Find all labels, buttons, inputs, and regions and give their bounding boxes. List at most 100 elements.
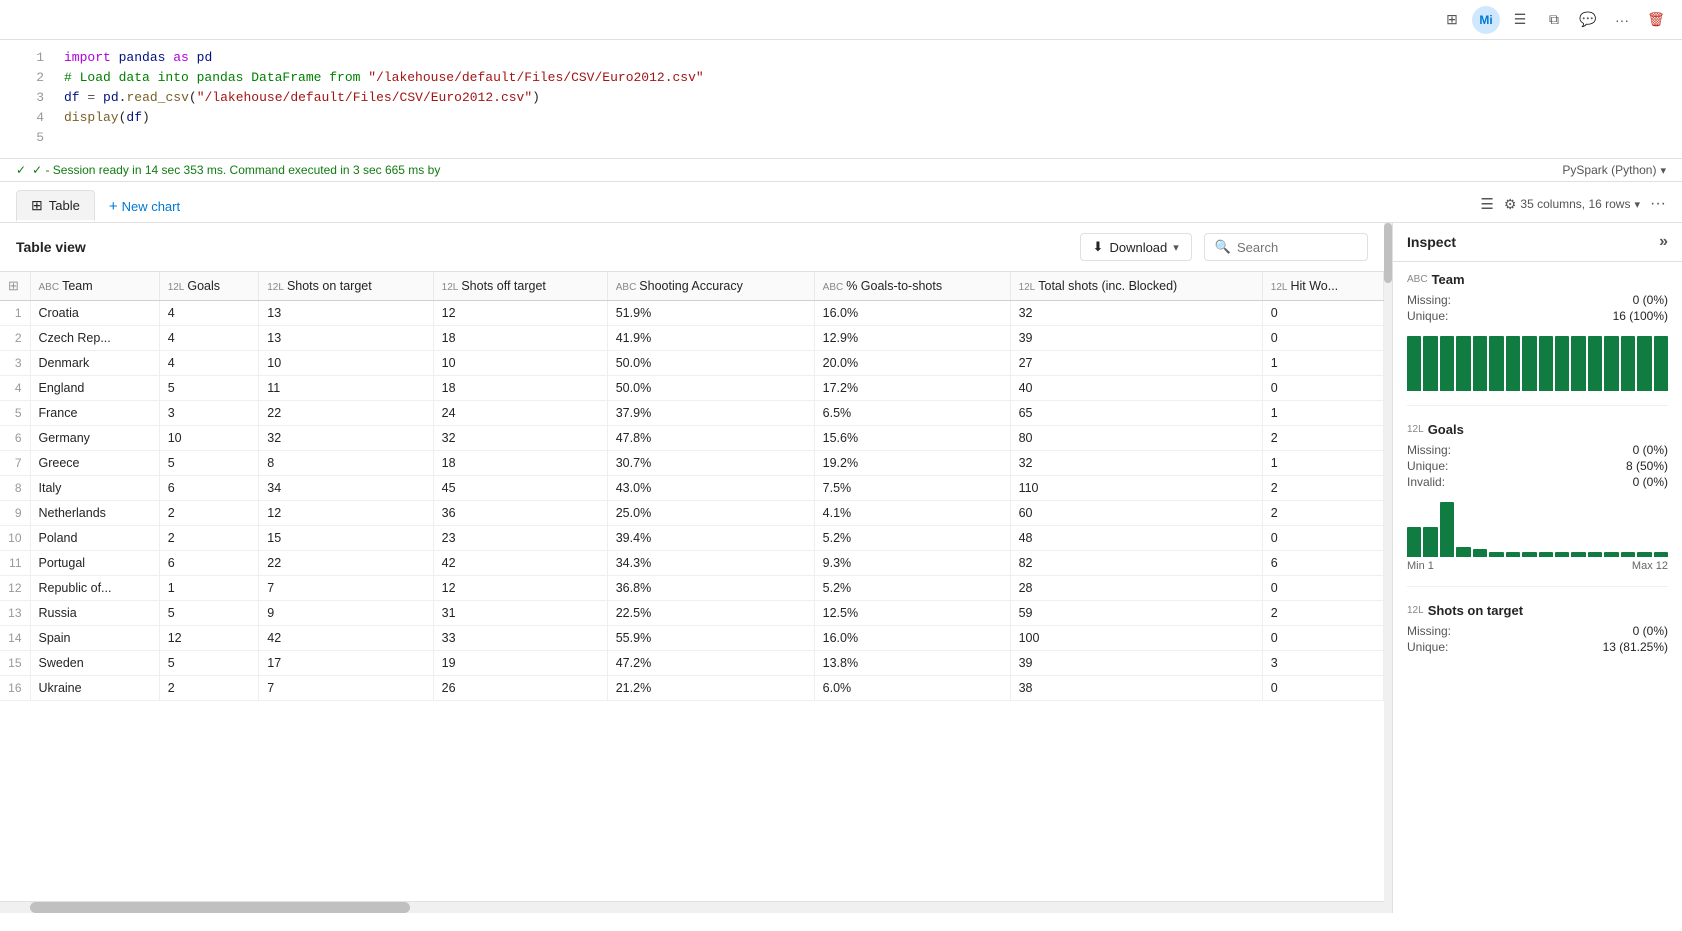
inspect-bar <box>1604 552 1618 557</box>
chat-icon[interactable]: 💬 <box>1574 6 1602 34</box>
filter-icon[interactable]: ☰ <box>1480 195 1493 213</box>
table-section: Table view ⬇ Download ▾ 🔍 <box>0 223 1384 913</box>
monitor-icon[interactable]: ⊞ <box>1438 6 1466 34</box>
inspect-bar <box>1621 552 1635 557</box>
th-total-shots[interactable]: 12LTotal shots (inc. Blocked) <box>1010 272 1262 301</box>
inspect-col-title-goals: 12L Goals <box>1407 422 1668 437</box>
search-box[interactable]: 🔍 <box>1204 233 1368 261</box>
row-num: 12 <box>0 576 30 601</box>
cell-total-shots: 39 <box>1010 326 1262 351</box>
inspect-header: Inspect » <box>1393 223 1682 262</box>
inspect-bar <box>1637 336 1651 391</box>
line-number: 4 <box>16 110 44 125</box>
more-icon[interactable]: ··· <box>1608 6 1636 34</box>
table-row: 11 Portugal 6 22 42 34.3% 9.3% 82 6 <box>0 551 1384 576</box>
more-options-button[interactable]: ··· <box>1650 195 1666 213</box>
h-scrollbar[interactable] <box>0 901 1384 913</box>
inspect-bar <box>1423 336 1437 391</box>
cell-team: Russia <box>30 601 159 626</box>
cell-goals: 5 <box>159 451 259 476</box>
cell-team: Denmark <box>30 351 159 376</box>
cell-goals-pct: 4.1% <box>814 501 1010 526</box>
code-line-5: 5 <box>0 130 1682 150</box>
inspect-title: Inspect <box>1407 234 1456 250</box>
cell-hit-wo: 1 <box>1262 451 1383 476</box>
row-num: 9 <box>0 501 30 526</box>
inspect-bar <box>1407 527 1421 557</box>
cell-hit-wo: 0 <box>1262 376 1383 401</box>
data-table-wrapper[interactable]: ⊞ ABCTeam 12LGoals 12LShots on target <box>0 271 1384 901</box>
delete-icon[interactable]: 🗑 <box>1642 6 1670 34</box>
download-chevron-icon: ▾ <box>1173 241 1179 254</box>
inspect-col-title-team: ABC Team <box>1407 272 1668 287</box>
cell-team: Republic of... <box>30 576 159 601</box>
search-input[interactable] <box>1237 240 1357 255</box>
v-scrollbar[interactable] <box>1384 223 1392 913</box>
cell-shots-off-target: 12 <box>433 576 607 601</box>
tab-table-label: Table <box>49 198 80 213</box>
cell-goals-pct: 9.3% <box>814 551 1010 576</box>
th-goals[interactable]: 12LGoals <box>159 272 259 301</box>
th-shooting-accuracy[interactable]: ABCShooting Accuracy <box>607 272 814 301</box>
code-line-4: 4 display(df) <box>0 110 1682 130</box>
h-scrollbar-thumb[interactable] <box>30 902 410 913</box>
cell-goals-pct: 6.0% <box>814 676 1010 701</box>
cell-shots-on-target: 13 <box>259 326 433 351</box>
tab-table[interactable]: ⊞ Table <box>16 190 95 222</box>
cell-goals: 2 <box>159 676 259 701</box>
th-shots-off-target[interactable]: 12LShots off target <box>433 272 607 301</box>
inspect-col-title-shots: 12L Shots on target <box>1407 603 1668 618</box>
th-shots-on-target[interactable]: 12LShots on target <box>259 272 433 301</box>
runtime-info[interactable]: PySpark (Python) ▾ <box>1562 163 1666 177</box>
cell-goals: 5 <box>159 601 259 626</box>
cell-goals-pct: 12.5% <box>814 601 1010 626</box>
cell-goals-pct: 15.6% <box>814 426 1010 451</box>
row-num: 1 <box>0 301 30 326</box>
inspect-missing-team: Missing: 0 (0%) <box>1407 293 1668 307</box>
table-row: 2 Czech Rep... 4 13 18 41.9% 12.9% 39 0 <box>0 326 1384 351</box>
cell-total-shots: 39 <box>1010 651 1262 676</box>
cell-accuracy: 47.2% <box>607 651 814 676</box>
row-num: 13 <box>0 601 30 626</box>
cell-total-shots: 28 <box>1010 576 1262 601</box>
user-avatar[interactable]: Mi <box>1472 6 1500 34</box>
copy-icon[interactable]: ⧉ <box>1540 6 1568 34</box>
inspect-bar <box>1588 336 1602 391</box>
inspect-bar <box>1489 552 1503 557</box>
inspect-panel: Inspect » ABC Team Missing: 0 (0%) Uniqu… <box>1392 223 1682 913</box>
th-team[interactable]: ABCTeam <box>30 272 159 301</box>
cell-shots-off-target: 12 <box>433 301 607 326</box>
tab-right-controls: ☰ ⚙ 35 columns, 16 rows ▾ ··· <box>1480 195 1666 217</box>
new-chart-button[interactable]: + New chart <box>95 192 194 221</box>
inspect-card-goals: 12L Goals Missing: 0 (0%) Unique: 8 (50%… <box>1407 422 1668 587</box>
cell-team: Czech Rep... <box>30 326 159 351</box>
table-row: 12 Republic of... 1 7 12 36.8% 5.2% 28 0 <box>0 576 1384 601</box>
inspect-unique-team: Unique: 16 (100%) <box>1407 309 1668 323</box>
inspect-scroll[interactable]: ABC Team Missing: 0 (0%) Unique: 16 (100… <box>1393 262 1682 913</box>
layout-icon[interactable]: ☰ <box>1506 6 1534 34</box>
cell-total-shots: 32 <box>1010 451 1262 476</box>
cell-team: Greece <box>30 451 159 476</box>
data-table: ⊞ ABCTeam 12LGoals 12LShots on target <box>0 272 1384 701</box>
row-num: 3 <box>0 351 30 376</box>
cell-hit-wo: 0 <box>1262 676 1383 701</box>
cell-shots-on-target: 42 <box>259 626 433 651</box>
status-bar: ✓ ✓ - Session ready in 14 sec 353 ms. Co… <box>0 159 1682 182</box>
inspect-bar <box>1539 336 1553 391</box>
cell-shots-on-target: 10 <box>259 351 433 376</box>
cell-goals: 4 <box>159 326 259 351</box>
cell-shots-off-target: 33 <box>433 626 607 651</box>
inspect-bar <box>1522 552 1536 557</box>
cell-shots-off-target: 19 <box>433 651 607 676</box>
v-scrollbar-thumb[interactable] <box>1384 223 1392 283</box>
download-button[interactable]: ⬇ Download ▾ <box>1080 233 1192 261</box>
th-goals-to-shots[interactable]: ABC% Goals-to-shots <box>814 272 1010 301</box>
cell-hit-wo: 2 <box>1262 476 1383 501</box>
table-view-title: Table view <box>16 239 86 255</box>
expand-icon[interactable]: » <box>1659 233 1668 251</box>
table-row: 3 Denmark 4 10 10 50.0% 20.0% 27 1 <box>0 351 1384 376</box>
cell-accuracy: 39.4% <box>607 526 814 551</box>
cell-goals: 4 <box>159 351 259 376</box>
inspect-bar <box>1423 527 1437 557</box>
th-hit-wo[interactable]: 12LHit Wo... <box>1262 272 1383 301</box>
